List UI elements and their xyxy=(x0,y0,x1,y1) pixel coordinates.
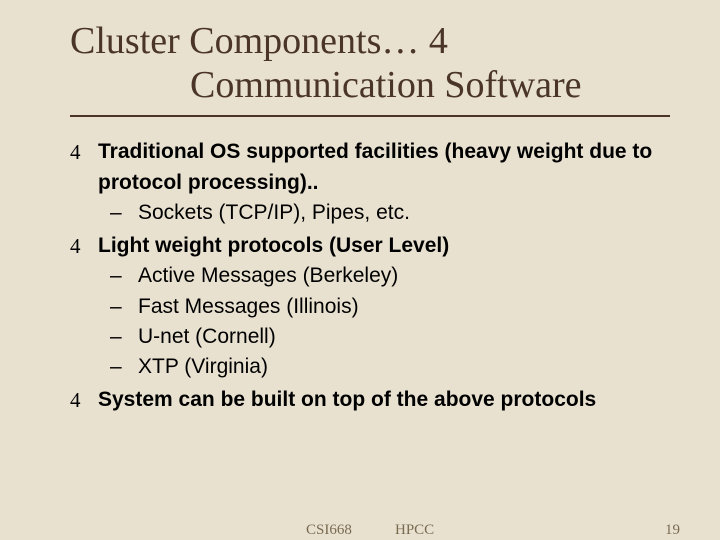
bullet-level1: 4 Traditional OS supported facilities (h… xyxy=(70,137,670,198)
dash-icon: – xyxy=(110,322,138,352)
footer-page-number: 19 xyxy=(665,522,680,539)
title-line-2: Communication Software xyxy=(70,64,670,108)
bullet-text: U-net (Cornell) xyxy=(138,322,276,352)
check-icon: 4 xyxy=(70,231,98,261)
bullet-text: Sockets (TCP/IP), Pipes, etc. xyxy=(138,198,410,228)
bullet-text: XTP (Virginia) xyxy=(138,352,268,382)
dash-icon: – xyxy=(110,261,138,291)
check-icon: 4 xyxy=(70,385,98,415)
bullet-text: Fast Messages (Illinois) xyxy=(138,292,359,322)
check-icon: 4 xyxy=(70,137,98,198)
bullet-level1: 4 Light weight protocols (User Level) xyxy=(70,231,670,261)
title-line-1: Cluster Components… 4 xyxy=(70,20,670,64)
bullet-level2: – Fast Messages (Illinois) xyxy=(110,292,670,322)
slide-content: 4 Traditional OS supported facilities (h… xyxy=(70,137,670,415)
slide-title: Cluster Components… 4 Communication Soft… xyxy=(70,20,670,117)
bullet-text: Traditional OS supported facilities (hea… xyxy=(98,137,670,198)
bullet-text: Active Messages (Berkeley) xyxy=(138,261,398,291)
bullet-text: System can be built on top of the above … xyxy=(98,385,596,415)
bullet-level2: – U-net (Cornell) xyxy=(110,322,670,352)
dash-icon: – xyxy=(110,198,138,228)
bullet-level2: – XTP (Virginia) xyxy=(110,352,670,382)
bullet-level2: – Active Messages (Berkeley) xyxy=(110,261,670,291)
bullet-level1: 4 System can be built on top of the abov… xyxy=(70,385,670,415)
dash-icon: – xyxy=(110,292,138,322)
dash-icon: – xyxy=(110,352,138,382)
slide: Cluster Components… 4 Communication Soft… xyxy=(0,0,720,540)
footer-left: CSI668 xyxy=(306,522,352,539)
footer-center: HPCC xyxy=(395,522,434,539)
bullet-text: Light weight protocols (User Level) xyxy=(98,231,449,261)
bullet-level2: – Sockets (TCP/IP), Pipes, etc. xyxy=(110,198,670,228)
